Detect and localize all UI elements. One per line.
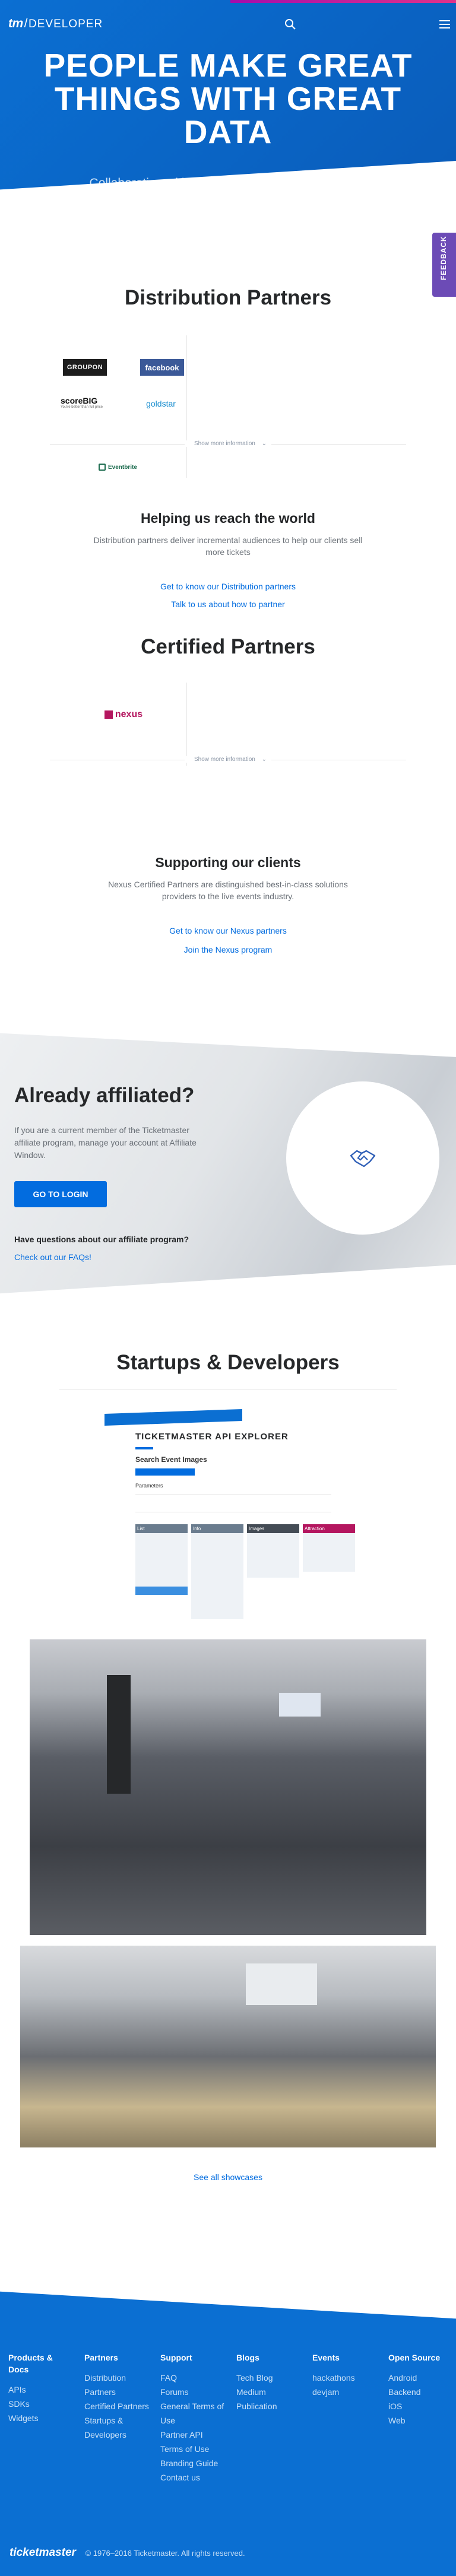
footer-col-title: Support bbox=[160, 2353, 192, 2362]
certified-description: Nexus Certified Partners are distinguish… bbox=[108, 880, 348, 901]
hero-section: PEOPLE MAKE GREAT THINGS WITH GREAT DATA… bbox=[0, 0, 456, 226]
footer-link[interactable]: APIs bbox=[8, 2383, 74, 2397]
logo-tm: tm bbox=[8, 17, 23, 30]
go-to-login-button[interactable]: GO TO LOGIN bbox=[14, 1181, 107, 1207]
handshake-icon bbox=[350, 1150, 376, 1168]
developer-logo[interactable]: tm/DEVELOPER bbox=[8, 17, 103, 31]
logo-separator: / bbox=[24, 17, 28, 30]
accent-bar bbox=[230, 0, 456, 3]
footer-link[interactable]: General Terms of Use bbox=[160, 2399, 226, 2428]
footer-link[interactable]: Publication bbox=[236, 2399, 302, 2413]
affiliate-circle bbox=[286, 1081, 439, 1235]
footer-link[interactable]: Widgets bbox=[8, 2411, 74, 2425]
talk-to-us-link[interactable]: Talk to us about how to partner bbox=[0, 599, 456, 609]
footer-link[interactable]: Tech Blog bbox=[236, 2371, 302, 2385]
hero-subtitle: Collaborating with partners, clients and… bbox=[89, 176, 367, 208]
footer-link[interactable]: Forums bbox=[160, 2385, 226, 2399]
faq-link[interactable]: Check out our FAQs! bbox=[14, 1252, 91, 1262]
logo-developer: DEVELOPER bbox=[28, 18, 103, 30]
startups-title: Startups & Developers bbox=[116, 1351, 340, 1374]
footer-link[interactable]: Backend bbox=[388, 2385, 454, 2399]
affiliate-title: Already affiliated? bbox=[14, 1084, 195, 1107]
certified-title: Certified Partners bbox=[141, 635, 315, 658]
footer-col-events: Events hackathons devjam bbox=[312, 2352, 378, 2399]
top-navigation: tm/DEVELOPER bbox=[0, 0, 456, 30]
distribution-show-more[interactable]: Show more information ⌄ bbox=[50, 440, 406, 447]
feedback-tab[interactable]: FEEDBACK bbox=[432, 233, 456, 297]
api-explorer-heading: TICKETMASTER API EXPLORER bbox=[135, 1432, 289, 1442]
copyright: © 1976–2016 Ticketmaster. All rights res… bbox=[85, 2549, 245, 2558]
hackathon-audience-photo bbox=[30, 1639, 426, 1935]
groupon-logo[interactable]: GROUPON bbox=[63, 359, 107, 376]
distribution-partners-section: Distribution Partners GROUPON facebook s… bbox=[0, 226, 456, 641]
footer-link[interactable]: SDKs bbox=[8, 2397, 74, 2411]
facebook-logo[interactable]: facebook bbox=[140, 359, 184, 376]
footer-col-partners: Partners Distribution Partners Certified… bbox=[84, 2352, 150, 2442]
hero-title: PEOPLE MAKE GREAT THINGS WITH GREAT DATA bbox=[43, 47, 413, 150]
developers-presentation-photo bbox=[20, 1946, 436, 2147]
goldstar-logo[interactable]: goldstar bbox=[140, 395, 182, 413]
footer-col-title: Blogs bbox=[236, 2353, 259, 2362]
certified-logo-grid: nexus Show more information ⌄ bbox=[50, 683, 406, 772]
eventbrite-logo[interactable]: Eventbrite bbox=[99, 461, 148, 473]
footer-col-title: Products & Docs bbox=[8, 2353, 53, 2374]
distribution-description: Distribution partners deliver incrementa… bbox=[93, 535, 363, 557]
ticketmaster-logo[interactable]: ticketmaster bbox=[10, 2546, 76, 2559]
scorebig-logo[interactable]: scoreBIG You're better than full price bbox=[61, 393, 108, 412]
footer-col-products: Products & Docs APIs SDKs Widgets bbox=[8, 2352, 74, 2425]
footer-link[interactable]: iOS bbox=[388, 2399, 454, 2413]
api-explorer-subheading: Search Event Images bbox=[135, 1455, 207, 1464]
footer-link[interactable]: Medium bbox=[236, 2385, 302, 2399]
search-icon[interactable] bbox=[284, 18, 297, 31]
startups-section: Startups & Developers TICKETMASTER API E… bbox=[0, 1324, 456, 2267]
footer-link[interactable]: Branding Guide bbox=[160, 2456, 226, 2470]
footer-link[interactable]: Startups & Developers bbox=[84, 2413, 150, 2442]
nexus-partners-link[interactable]: Get to know our Nexus partners bbox=[0, 926, 456, 935]
scorebig-tagline: You're better than full price bbox=[61, 405, 103, 409]
certified-subtitle: Supporting our clients bbox=[155, 855, 301, 870]
footer: Products & Docs APIs SDKs Widgets Partne… bbox=[0, 2267, 456, 2576]
see-all-showcases-link[interactable]: See all showcases bbox=[0, 2172, 456, 2182]
footer-link[interactable]: FAQ bbox=[160, 2371, 226, 2385]
distribution-logo-grid: GROUPON facebook scoreBIG You're better … bbox=[50, 335, 406, 484]
distribution-subtitle: Helping us reach the world bbox=[141, 510, 315, 526]
distribution-title: Distribution Partners bbox=[124, 286, 332, 309]
footer-col-support: Support FAQ Forums General Terms of Use … bbox=[160, 2352, 226, 2485]
api-parameters-label: Parameters bbox=[135, 1483, 163, 1489]
feedback-label: FEEDBACK bbox=[439, 236, 448, 280]
footer-link[interactable]: Partner API Terms of Use bbox=[160, 2428, 226, 2456]
affiliate-question: Have questions about our affiliate progr… bbox=[14, 1235, 189, 1244]
join-nexus-link[interactable]: Join the Nexus program bbox=[0, 945, 456, 954]
footer-col-title: Events bbox=[312, 2353, 340, 2362]
footer-bottom: ticketmaster © 1976–2016 Ticketmaster. A… bbox=[10, 2546, 245, 2559]
footer-link[interactable]: hackathons bbox=[312, 2371, 378, 2385]
certified-show-more[interactable]: Show more information ⌄ bbox=[50, 756, 406, 763]
footer-col-title: Partners bbox=[84, 2353, 118, 2362]
footer-link[interactable]: Distribution Partners bbox=[84, 2371, 150, 2399]
distribution-partners-link[interactable]: Get to know our Distribution partners bbox=[0, 582, 456, 591]
footer-link[interactable]: Web bbox=[388, 2413, 454, 2428]
api-explorer-screenshot: TICKETMASTER API EXPLORER Search Event I… bbox=[104, 1408, 355, 1638]
hamburger-menu-icon[interactable] bbox=[439, 20, 450, 28]
footer-link[interactable]: Contact us bbox=[160, 2470, 226, 2485]
footer-col-title: Open Source bbox=[388, 2353, 441, 2362]
nexus-logo[interactable]: nexus bbox=[100, 706, 147, 723]
footer-col-open-source: Open Source Android Backend iOS Web bbox=[388, 2352, 454, 2428]
affiliate-section: Already affiliated? If you are a current… bbox=[0, 1015, 456, 1324]
certified-partners-section: Certified Partners nexus Show more infor… bbox=[0, 635, 456, 1015]
affiliate-text: If you are a current member of the Ticke… bbox=[14, 1125, 197, 1160]
footer-link[interactable]: Certified Partners bbox=[84, 2399, 150, 2413]
footer-link[interactable]: Android bbox=[388, 2371, 454, 2385]
footer-col-blogs: Blogs Tech Blog Medium Publication bbox=[236, 2352, 302, 2413]
footer-link[interactable]: devjam bbox=[312, 2385, 378, 2399]
